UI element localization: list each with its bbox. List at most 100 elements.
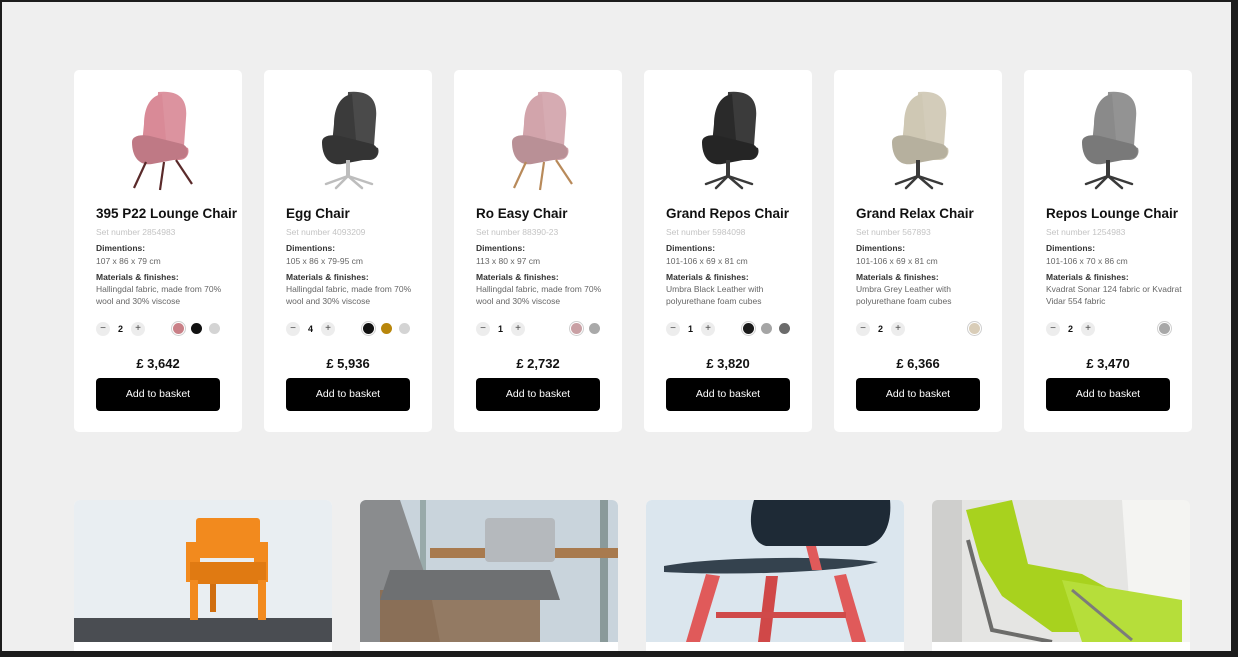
product-grid: 395 P22 Lounge Chair Set number 2854983 … [74,70,1192,432]
add-to-basket-button[interactable]: Add to basket [666,378,790,411]
color-swatch[interactable] [209,323,220,334]
image-gallery [74,500,1190,651]
increase-button[interactable]: + [131,322,145,336]
color-swatch[interactable] [761,323,772,334]
product-price: £ 5,936 [326,356,370,371]
increase-button[interactable]: + [321,322,335,336]
product-price: £ 3,820 [706,356,750,371]
product-image[interactable] [74,82,242,194]
decrease-button[interactable]: − [856,322,870,336]
quantity-stepper: − 2 + [1046,322,1095,336]
decrease-button[interactable]: − [286,322,300,336]
decrease-button[interactable]: − [1046,322,1060,336]
dimensions-value: 113 x 80 x 97 cm [476,256,541,266]
decrease-button[interactable]: − [476,322,490,336]
product-image[interactable] [834,82,1002,194]
dimensions-label: Dimentions: [1046,243,1096,253]
chair-image [702,91,759,190]
increase-button[interactable]: + [891,322,905,336]
color-swatches [568,320,600,337]
increase-button[interactable]: + [1081,322,1095,336]
set-number: Set number 1254983 [1046,227,1126,237]
product-card: Ro Easy Chair Set number 88390-23 Diment… [454,70,622,432]
page-canvas: 395 P22 Lounge Chair Set number 2854983 … [2,2,1231,651]
decrease-button[interactable]: − [96,322,110,336]
materials-value: Umbra Black Leather with polyurethane fo… [666,284,764,306]
quantity-stepper: − 1 + [666,322,715,336]
orange-plastic-armchair-image [74,500,332,642]
lime-green-lounge-chair-image [932,500,1190,642]
color-swatch[interactable] [381,323,392,334]
product-name[interactable]: 395 P22 Lounge Chair [96,206,237,221]
color-swatch[interactable] [1156,320,1173,337]
quantity-value: 2 [1067,324,1073,334]
quantity-value: 2 [117,324,123,334]
quantity-value: 1 [687,324,693,334]
product-name[interactable]: Grand Relax Chair [856,206,974,221]
chair-image [132,91,193,191]
color-swatch[interactable] [191,323,202,334]
materials-label: Materials & finishes: [286,272,369,282]
color-swatches [1156,320,1173,337]
product-name[interactable]: Repos Lounge Chair [1046,206,1178,221]
red-black-chair-closeup-image [646,500,904,642]
quantity-value: 4 [307,324,313,334]
product-name[interactable]: Grand Repos Chair [666,206,789,221]
materials-value: Hallingdal fabric, made from 70% wool an… [286,284,412,306]
product-name[interactable]: Egg Chair [286,206,350,221]
product-card: Repos Lounge Chair Set number 1254983 Di… [1024,70,1192,432]
gallery-tile[interactable] [932,500,1190,651]
product-price: £ 2,732 [516,356,560,371]
add-to-basket-button[interactable]: Add to basket [286,378,410,411]
product-name[interactable]: Ro Easy Chair [476,206,568,221]
set-number: Set number 4093209 [286,227,366,237]
gallery-tile[interactable] [74,500,332,651]
color-swatch[interactable] [170,320,187,337]
color-swatch[interactable] [589,323,600,334]
product-image[interactable] [1024,82,1192,194]
dimensions-label: Dimentions: [476,243,526,253]
increase-button[interactable]: + [511,322,525,336]
dimensions-label: Dimentions: [96,243,146,253]
color-swatch[interactable] [568,320,585,337]
dimensions-value: 101-106 x 69 x 81 cm [856,256,938,266]
color-swatch[interactable] [966,320,983,337]
product-price: £ 6,366 [896,356,940,371]
decrease-button[interactable]: − [666,322,680,336]
set-number: Set number 567893 [856,227,931,237]
add-to-basket-button[interactable]: Add to basket [96,378,220,411]
dimensions-value: 101-106 x 70 x 86 cm [1046,256,1128,266]
quantity-value: 1 [497,324,503,334]
product-price: £ 3,470 [1086,356,1130,371]
gallery-tile[interactable] [360,500,618,651]
materials-value: Hallingdal fabric, made from 70% wool an… [96,284,222,306]
chair-image [1082,91,1139,190]
materials-value: Hallingdal fabric, made from 70% wool an… [476,284,602,306]
color-swatches [966,320,983,337]
dimensions-label: Dimentions: [666,243,716,253]
product-image[interactable] [264,82,432,194]
color-swatches [360,320,410,337]
office-chairs-at-table-image [360,500,618,642]
gallery-tile[interactable] [646,500,904,651]
color-swatch[interactable] [399,323,410,334]
materials-label: Materials & finishes: [476,272,559,282]
add-to-basket-button[interactable]: Add to basket [856,378,980,411]
add-to-basket-button[interactable]: Add to basket [476,378,600,411]
color-swatch[interactable] [360,320,377,337]
product-image[interactable] [454,82,622,194]
color-swatches [170,320,220,337]
materials-label: Materials & finishes: [1046,272,1129,282]
add-to-basket-button[interactable]: Add to basket [1046,378,1170,411]
materials-label: Materials & finishes: [96,272,179,282]
increase-button[interactable]: + [701,322,715,336]
product-price: £ 3,642 [136,356,180,371]
materials-value: Umbra Grey Leather with polyurethane foa… [856,284,952,306]
color-swatch[interactable] [779,323,790,334]
product-image[interactable] [644,82,812,194]
dimensions-value: 101-106 x 69 x 81 cm [666,256,748,266]
color-swatch[interactable] [740,320,757,337]
quantity-stepper: − 2 + [96,322,145,336]
dimensions-label: Dimentions: [286,243,336,253]
product-card: Grand Repos Chair Set number 5984098 Dim… [644,70,812,432]
